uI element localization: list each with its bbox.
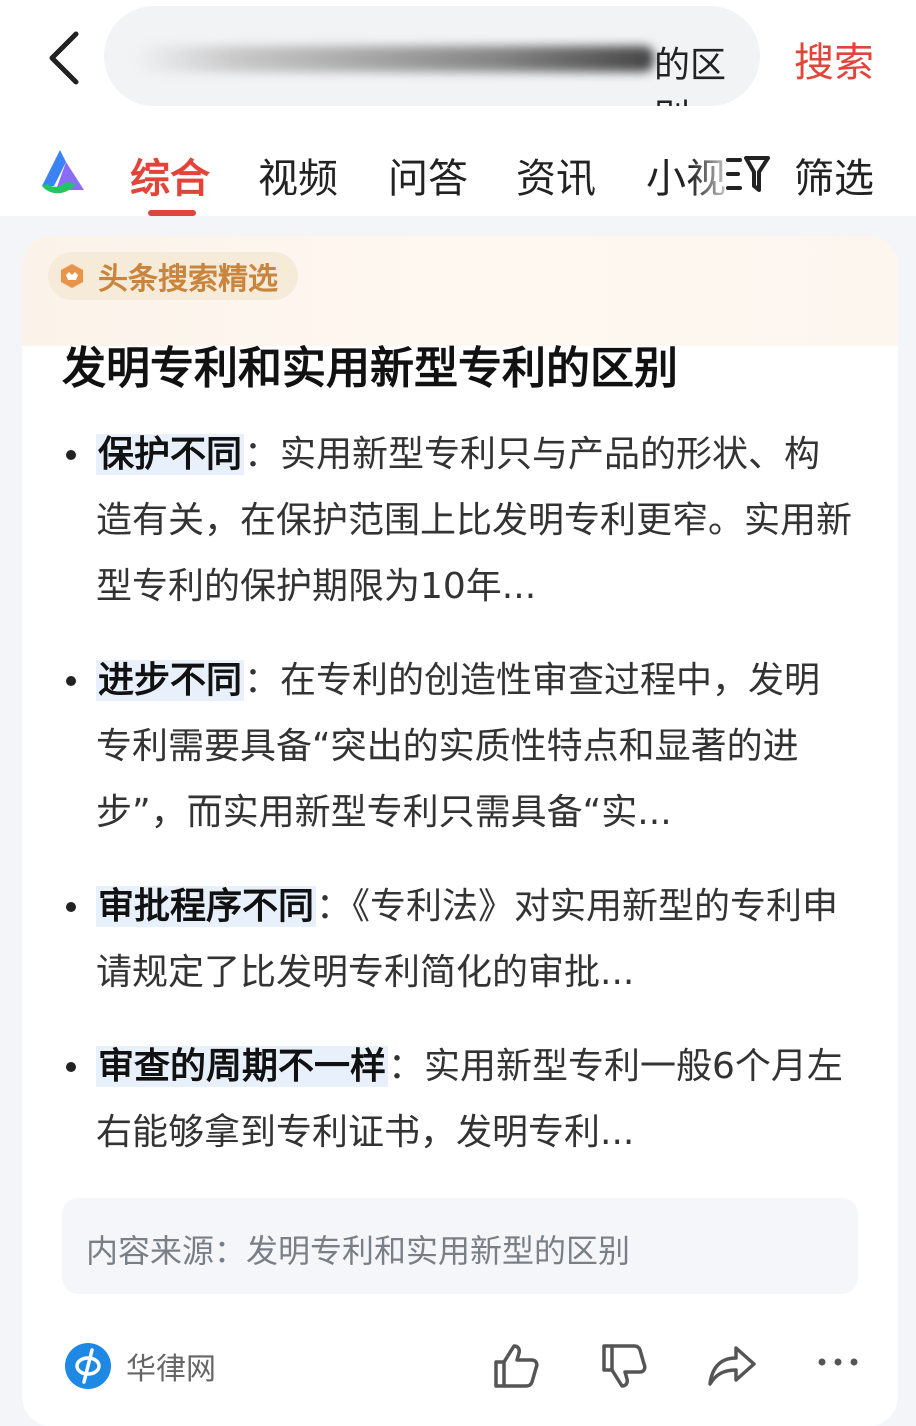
more-icon[interactable]: [812, 1340, 864, 1392]
bullet-separator: ：: [244, 660, 281, 701]
filter-icon[interactable]: [724, 150, 772, 198]
site-logo-icon: [65, 1343, 111, 1389]
like-icon[interactable]: [490, 1340, 542, 1392]
featured-badge: 头条搜索精选: [48, 252, 298, 300]
site-name[interactable]: 华律网: [126, 1344, 216, 1388]
source-label: 内容来源：: [86, 1232, 247, 1270]
tab-active-indicator: [148, 210, 196, 216]
search-submit-button[interactable]: 搜索: [794, 30, 874, 88]
bullet-separator: ：: [388, 1046, 425, 1087]
tab-comprehensive[interactable]: 综合: [130, 146, 210, 204]
badge-icon: [61, 264, 83, 288]
source-title: 发明专利和实用新型的区别: [246, 1232, 631, 1270]
card-footer: 华律网: [22, 1326, 898, 1406]
back-arrow-icon: [49, 31, 79, 85]
top-bar: 的区别 搜索 综合 视频 问答 资讯 小视 筛选: [0, 0, 916, 216]
dislike-icon[interactable]: [598, 1340, 650, 1392]
bullet-heading: 进步不同: [96, 660, 245, 701]
bullet-dot: [66, 450, 76, 460]
badge-label: 头条搜索精选: [98, 262, 278, 297]
app-logo-icon[interactable]: [36, 146, 88, 198]
bullet-dot: [66, 902, 76, 912]
bullet-heading: 保护不同: [96, 434, 245, 475]
tab-qa[interactable]: 问答: [388, 146, 468, 204]
content-source[interactable]: 内容来源：发明专利和实用新型的区别: [62, 1198, 858, 1294]
card-title[interactable]: 发明专利和实用新型专利的区别: [62, 332, 678, 396]
bullet-separator: ：: [316, 886, 353, 927]
back-button[interactable]: [36, 22, 92, 94]
tab-news[interactable]: 资讯: [516, 146, 596, 204]
featured-result-card[interactable]: 头条搜索精选 发明专利和实用新型专利的区别 保护不同：实用新型专利只与产品的形状…: [22, 236, 898, 1426]
search-input[interactable]: 的区别: [104, 6, 760, 106]
bullet-dot: [66, 1062, 76, 1072]
bullet-dot: [66, 676, 76, 686]
blurred-query: [134, 46, 654, 72]
share-icon[interactable]: [706, 1340, 758, 1392]
bullet-heading: 审批程序不同: [96, 886, 317, 927]
tab-bar: 综合 视频 问答 资讯 小视 筛选: [0, 130, 916, 216]
filter-button[interactable]: 筛选: [794, 146, 874, 204]
bullet-separator: ：: [244, 434, 281, 475]
search-query-text: 的区别: [654, 45, 727, 106]
bullet-heading: 审查的周期不一样: [96, 1046, 389, 1087]
tab-video[interactable]: 视频: [258, 146, 338, 204]
